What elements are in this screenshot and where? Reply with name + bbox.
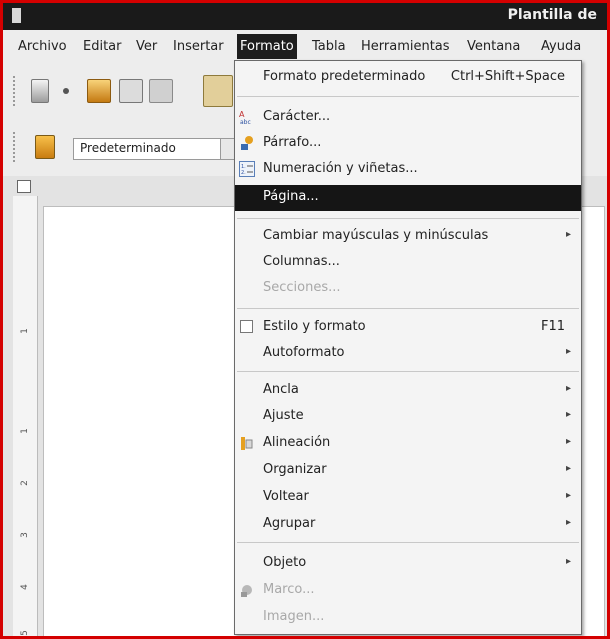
menu-item-label: Marco... <box>263 582 315 597</box>
menu-item-frame[interactable]: Marco... <box>235 578 581 604</box>
menu-separator <box>237 371 579 372</box>
alignment-icon <box>239 435 255 451</box>
styles-checkbox[interactable] <box>240 320 253 333</box>
tab-stop-selector[interactable] <box>17 180 31 193</box>
edit-file-icon[interactable] <box>203 75 233 107</box>
title-bar: Plantilla de <box>3 3 607 30</box>
menu-insertar[interactable]: Insertar <box>173 39 224 54</box>
menu-item-label: Párrafo... <box>263 135 322 150</box>
window-title: Plantilla de <box>507 7 597 23</box>
save-icon[interactable] <box>119 79 143 103</box>
menu-item-shortcut: F11 <box>540 319 565 334</box>
menu-item-label: Ancla <box>263 382 299 397</box>
menu-item-change-case[interactable]: Cambiar mayúsculas y minúsculas ▸ <box>235 224 581 250</box>
menu-item-label: Estilo y formato <box>263 319 366 334</box>
menu-item-columns[interactable]: Columnas... <box>235 250 581 276</box>
menu-item-label: Ajuste <box>263 408 304 423</box>
menu-item-group[interactable]: Agrupar ▸ <box>235 512 581 538</box>
menu-item-image[interactable]: Imagen... <box>235 605 581 631</box>
menu-item-label: Organizar <box>263 462 327 477</box>
menu-item-flip[interactable]: Voltear ▸ <box>235 485 581 511</box>
submenu-arrow-icon: ▸ <box>565 346 571 357</box>
menu-separator <box>237 308 579 309</box>
menu-item-label: Numeración y viñetas... <box>263 161 418 176</box>
style-dropdown-button[interactable] <box>221 138 235 160</box>
menu-archivo[interactable]: Archivo <box>18 39 67 54</box>
menu-formato[interactable]: Formato <box>237 34 297 59</box>
menu-item-label: Formato predeterminado <box>263 69 426 84</box>
menu-item-label: Carácter... <box>263 109 331 124</box>
menu-item-wrap[interactable]: Ajuste ▸ <box>235 404 581 430</box>
submenu-arrow-icon: ▸ <box>565 436 571 447</box>
menu-separator <box>237 96 579 97</box>
menu-item-label: Cambiar mayúsculas y minúsculas <box>263 228 489 243</box>
menu-separator <box>237 218 579 219</box>
menu-separator <box>237 542 579 543</box>
toolbar-separator <box>181 74 183 76</box>
ruler-tick: 3 <box>19 532 30 538</box>
menu-item-styles-formatting[interactable]: Estilo y formato F11 <box>235 315 581 341</box>
menu-item-anchor[interactable]: Ancla ▸ <box>235 378 581 404</box>
menu-herramientas[interactable]: Herramientas <box>361 39 450 54</box>
menu-item-sections[interactable]: Secciones... <box>235 276 581 302</box>
menu-item-shortcut: Ctrl+Shift+Space <box>450 69 565 84</box>
new-dropdown-icon[interactable] <box>63 88 69 94</box>
menu-item-page[interactable]: Página... <box>235 185 581 211</box>
submenu-arrow-icon: ▸ <box>565 383 571 394</box>
print-icon[interactable] <box>149 79 173 103</box>
menu-ver[interactable]: Ver <box>136 39 157 54</box>
svg-text:2.: 2. <box>241 170 246 176</box>
menu-item-label: Columnas... <box>263 254 340 269</box>
menu-item-paragraph[interactable]: Párrafo... <box>235 131 581 157</box>
menu-item-default-formatting[interactable]: Formato predeterminado Ctrl+Shift+Space <box>235 65 581 91</box>
ruler-tick: 5 <box>19 630 30 636</box>
menu-editar[interactable]: Editar <box>83 39 122 54</box>
new-document-icon[interactable] <box>31 79 49 103</box>
open-folder-icon[interactable] <box>87 79 111 103</box>
menu-item-alignment[interactable]: Alineación ▸ <box>235 431 581 457</box>
toolbar-grip[interactable] <box>13 132 19 162</box>
menu-item-label: Agrupar <box>263 516 316 531</box>
menu-item-autoformat[interactable]: Autoformato ▸ <box>235 341 581 367</box>
svg-text:abc: abc <box>240 119 251 125</box>
menu-item-label: Voltear <box>263 489 309 504</box>
menu-item-numbering-bullets[interactable]: 1. 2. Numeración y viñetas... <box>235 157 581 183</box>
submenu-arrow-icon: ▸ <box>565 229 571 240</box>
menu-ventana[interactable]: Ventana <box>467 39 520 54</box>
menu-item-label: Secciones... <box>263 280 341 295</box>
menu-item-label: Alineación <box>263 435 331 450</box>
menu-item-label: Objeto <box>263 555 307 570</box>
toolbar-grip[interactable] <box>13 76 19 106</box>
styles-icon[interactable] <box>35 135 55 159</box>
submenu-arrow-icon: ▸ <box>565 463 571 474</box>
menu-item-label: Imagen... <box>263 609 325 624</box>
menu-tabla[interactable]: Tabla <box>312 39 346 54</box>
menu-item-object[interactable]: Objeto ▸ <box>235 551 581 577</box>
menu-item-label: Autoformato <box>263 345 345 360</box>
menu-item-arrange[interactable]: Organizar ▸ <box>235 458 581 484</box>
menu-item-label: Página... <box>263 189 319 204</box>
submenu-arrow-icon: ▸ <box>565 517 571 528</box>
numbering-icon: 1. 2. <box>239 161 255 177</box>
submenu-arrow-icon: ▸ <box>565 556 571 567</box>
character-icon: Aabc <box>239 109 255 126</box>
vertical-ruler: 1 1 2 3 4 5 <box>13 196 38 636</box>
ruler-tick: 4 <box>19 584 30 590</box>
menu-item-character[interactable]: Aabc Carácter... <box>235 105 581 131</box>
ruler-tick: 2 <box>19 480 30 486</box>
frame-icon <box>239 582 255 598</box>
paragraph-icon <box>239 135 255 151</box>
ruler-tick: 1 <box>19 328 30 334</box>
paragraph-style-select[interactable]: Predeterminado <box>73 138 221 160</box>
ruler-tick: 1 <box>19 428 30 434</box>
submenu-arrow-icon: ▸ <box>565 409 571 420</box>
menu-ayuda[interactable]: Ayuda <box>541 39 581 54</box>
format-menu: Formato predeterminado Ctrl+Shift+Space … <box>234 60 582 635</box>
svg-text:A: A <box>239 110 245 119</box>
app-icon <box>12 8 21 23</box>
submenu-arrow-icon: ▸ <box>565 490 571 501</box>
